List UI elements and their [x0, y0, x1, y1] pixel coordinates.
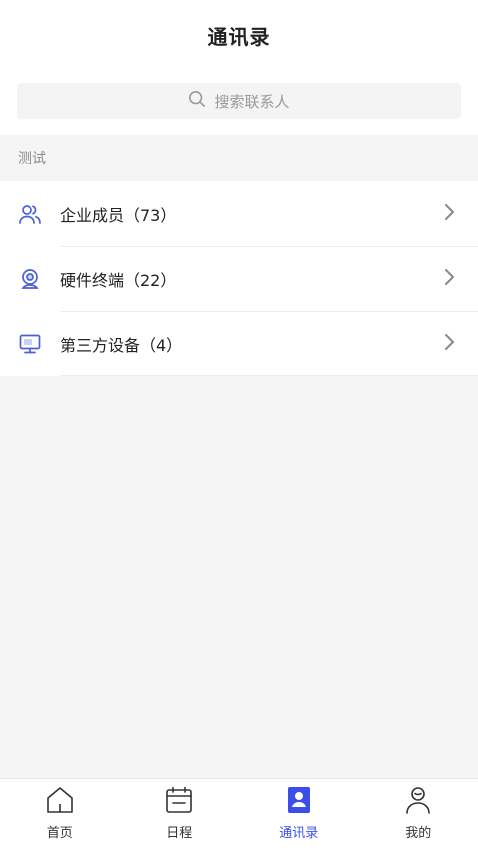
home-icon — [45, 785, 75, 819]
people-icon — [18, 202, 42, 226]
camera-device-icon — [18, 267, 42, 291]
calendar-icon — [164, 785, 194, 819]
nav-item-profile[interactable]: 我的 — [359, 779, 478, 850]
page-title: 通讯录 — [207, 24, 271, 49]
list-item-label: 企业成员（73） — [60, 205, 177, 225]
list-item-hardware-terminals[interactable]: 硬件终端（22） — [0, 246, 478, 311]
search-placeholder: 搜索联系人 — [214, 92, 290, 111]
contact-list: 企业成员（73） 硬件终端（22） 第三方设备（4） — [0, 181, 478, 376]
nav-label: 通讯录 — [279, 825, 319, 841]
app-root: 通讯录 搜索联系人 测试 企业成员（73） 硬件终端（22） 第三方设备（4） … — [0, 0, 478, 850]
nav-label: 我的 — [405, 825, 432, 841]
nav-label: 首页 — [46, 825, 73, 841]
bottom-nav: 首页 日程 通讯录 我的 — [0, 778, 478, 850]
search-input[interactable]: 搜索联系人 — [17, 83, 461, 119]
section-label: 测试 — [0, 135, 478, 181]
nav-item-calendar[interactable]: 日程 — [120, 779, 240, 850]
nav-item-home[interactable]: 首页 — [0, 779, 120, 850]
list-item-third-party-devices[interactable]: 第三方设备（4） — [0, 311, 478, 376]
search-container: 搜索联系人 — [0, 70, 478, 135]
chevron-right-icon — [442, 268, 456, 290]
list-item-label: 硬件终端（22） — [60, 270, 177, 290]
list-item-label: 第三方设备（4） — [60, 335, 183, 355]
list-item-enterprise-members[interactable]: 企业成员（73） — [0, 181, 478, 246]
contacts-icon — [284, 785, 314, 819]
monitor-icon — [18, 332, 42, 356]
chevron-right-icon — [442, 203, 456, 225]
nav-label: 日程 — [166, 825, 193, 841]
header: 通讯录 — [0, 0, 478, 70]
search-icon — [188, 90, 206, 112]
profile-icon — [403, 785, 433, 819]
nav-item-contacts[interactable]: 通讯录 — [239, 779, 359, 850]
chevron-right-icon — [442, 333, 456, 355]
